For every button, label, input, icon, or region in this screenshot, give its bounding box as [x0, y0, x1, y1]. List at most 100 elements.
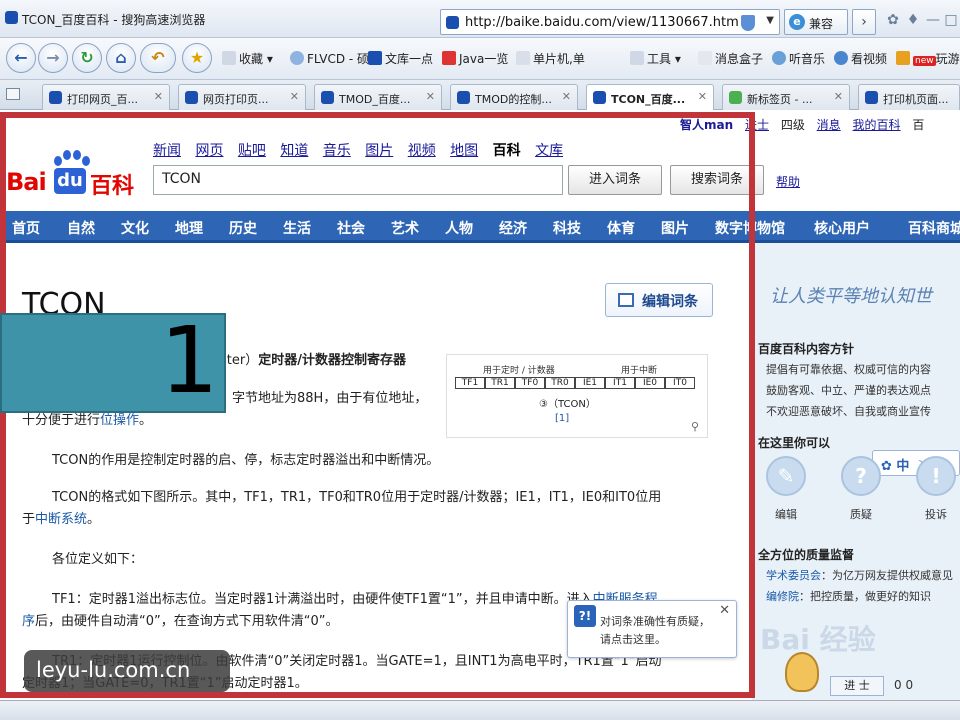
tab-close-icon[interactable]: ✕: [562, 90, 571, 103]
bit-operation-link[interactable]: 位操作: [100, 413, 139, 428]
committee-link[interactable]: 学术委员会: [766, 569, 821, 582]
msgbox-button[interactable]: 消息盒子: [698, 50, 763, 67]
question-circle-icon[interactable]: ?: [841, 456, 881, 496]
category-mall[interactable]: 百科商城: [908, 218, 960, 238]
editors-link[interactable]: 编修院: [766, 590, 799, 603]
isr-link-cont[interactable]: 序: [22, 614, 35, 629]
music-button[interactable]: 听音乐: [772, 50, 825, 67]
rank-link[interactable]: 进士: [745, 118, 769, 132]
undo-button[interactable]: ↶: [140, 43, 176, 73]
tab-printer-page[interactable]: 打印机页面...: [858, 84, 960, 110]
tab-label: TMOD_百度...: [339, 93, 411, 106]
messages-link[interactable]: 消息: [817, 118, 841, 132]
tab-close-icon[interactable]: ✕: [154, 90, 163, 103]
nav-video[interactable]: 视频: [408, 143, 436, 159]
category-images[interactable]: 图片: [661, 218, 689, 238]
report-action-label[interactable]: 投诉: [925, 506, 947, 522]
username-link[interactable]: 智人man: [680, 118, 733, 132]
video-button[interactable]: 看视频: [834, 50, 887, 67]
gift-icon[interactable]: ✿: [884, 12, 902, 28]
address-url[interactable]: http://baike.baidu.com/view/1130667.htm: [465, 15, 739, 30]
tab-close-icon[interactable]: ✕: [698, 90, 707, 103]
baidu-baike-logo[interactable]: Bai du 百科: [6, 150, 138, 199]
nav-tieba[interactable]: 贴吧: [238, 143, 266, 159]
tab-close-icon[interactable]: ✕: [834, 90, 843, 103]
tab-tcon-baike[interactable]: TCON_百度... ✕: [586, 84, 714, 111]
my-baike-link[interactable]: 我的百科: [853, 118, 901, 132]
nav-map[interactable]: 地图: [450, 143, 478, 159]
back-button[interactable]: ←: [6, 43, 36, 73]
minimize-icon[interactable]: —: [924, 12, 942, 28]
tooltip-close-icon[interactable]: ✕: [719, 603, 730, 618]
maximize-icon[interactable]: □: [942, 12, 960, 28]
more-link[interactable]: 百: [912, 118, 924, 132]
tools-menu[interactable]: 工具 ▾: [630, 50, 681, 67]
nav-zhidao[interactable]: 知道: [280, 143, 308, 159]
lead-line-2: 字节地址为88H，由于有位地址，: [232, 391, 428, 406]
paragraph-purpose: TCON的作用是控制定时器的启、停，标志定时器溢出和中断情况。: [52, 453, 440, 468]
compat-mode-button[interactable]: e 兼容: [784, 9, 848, 35]
bookmark-java[interactable]: Java一览: [442, 50, 508, 67]
category-geography[interactable]: 地理: [175, 218, 203, 238]
nav-images[interactable]: 图片: [365, 143, 393, 159]
category-tech[interactable]: 科技: [553, 218, 581, 238]
tab-print-page[interactable]: 打印网页_百... ✕: [42, 84, 170, 110]
category-museum[interactable]: 数字博物馆: [715, 218, 785, 238]
bit-cell: IE0: [635, 377, 665, 389]
favorites-menu[interactable]: 收藏 ▾: [222, 50, 273, 67]
nav-music[interactable]: 音乐: [323, 143, 351, 159]
category-economy[interactable]: 经济: [499, 218, 527, 238]
tab-tmod-control[interactable]: TMOD的控制... ✕: [450, 84, 578, 110]
edit-circle-icon[interactable]: ✎: [766, 456, 806, 496]
bookmark-mcu[interactable]: 单片机,单: [516, 50, 585, 67]
category-life[interactable]: 生活: [283, 218, 311, 238]
tab-new-tab[interactable]: 新标签页 - ... ✕: [722, 84, 850, 110]
interrupt-system-link[interactable]: 中断系统: [35, 512, 87, 527]
home-button[interactable]: ⌂: [106, 43, 136, 73]
address-dropdown-icon[interactable]: ▼: [766, 15, 774, 26]
nav-wenku[interactable]: 文库: [535, 143, 563, 159]
feedback-tooltip[interactable]: ?! 对词条准确性有质疑， 请点击这里。 ✕: [567, 600, 737, 658]
category-home[interactable]: 首页: [12, 218, 40, 238]
search-input[interactable]: TCON: [153, 165, 563, 195]
category-nature[interactable]: 自然: [67, 218, 95, 238]
join-button[interactable]: 进 士: [830, 676, 884, 696]
help-link[interactable]: 帮助: [776, 173, 800, 190]
figure-caption: ③（TCON）: [539, 399, 596, 410]
category-sports[interactable]: 体育: [607, 218, 635, 238]
sidebar-toggle-icon[interactable]: [6, 88, 20, 100]
zoom-icon[interactable]: ⚲: [691, 420, 699, 433]
skin-icon[interactable]: ♦: [904, 12, 922, 28]
go-button[interactable]: ›: [852, 9, 876, 35]
bookmark-wenku[interactable]: 文库一点: [368, 50, 433, 67]
bookmark-flvcd[interactable]: FLVCD - 硕: [290, 50, 369, 67]
tcon-figure[interactable]: 用于定时 / 计数器 用于中断 TF1 TR1 TF0 TR0 IE1 IT1 …: [446, 354, 708, 438]
nav-news[interactable]: 新闻: [153, 143, 181, 159]
tab-web-print[interactable]: 网页打印页... ✕: [178, 84, 306, 110]
security-shield-icon[interactable]: [741, 15, 755, 31]
tab-favicon-icon: [49, 91, 62, 104]
tab-close-icon[interactable]: ✕: [426, 90, 435, 103]
games-button[interactable]: new 玩游: [896, 50, 960, 67]
edit-entry-button[interactable]: 编辑词条: [605, 283, 713, 317]
enter-entry-button[interactable]: 进入词条: [568, 165, 662, 195]
category-people[interactable]: 人物: [445, 218, 473, 238]
tab-label: TMOD的控制...: [475, 93, 552, 106]
favorite-star-button[interactable]: ★: [182, 43, 212, 73]
report-circle-icon[interactable]: !: [916, 456, 956, 496]
forward-button[interactable]: →: [38, 43, 68, 73]
search-entry-button[interactable]: 搜索词条: [670, 165, 764, 195]
refresh-button[interactable]: ↻: [72, 43, 102, 73]
figure-reference-link[interactable]: [1]: [555, 413, 569, 424]
nav-web[interactable]: 网页: [195, 143, 223, 159]
question-action-label[interactable]: 质疑: [850, 506, 872, 522]
address-bar[interactable]: http://baike.baidu.com/view/1130667.htm …: [440, 9, 780, 35]
category-society[interactable]: 社会: [337, 218, 365, 238]
tab-tmod-baike[interactable]: TMOD_百度... ✕: [314, 84, 442, 110]
category-history[interactable]: 历史: [229, 218, 257, 238]
edit-action-label[interactable]: 编辑: [775, 506, 797, 522]
category-culture[interactable]: 文化: [121, 218, 149, 238]
category-art[interactable]: 艺术: [391, 218, 419, 238]
tab-close-icon[interactable]: ✕: [290, 90, 299, 103]
category-core-users[interactable]: 核心用户: [814, 218, 870, 238]
